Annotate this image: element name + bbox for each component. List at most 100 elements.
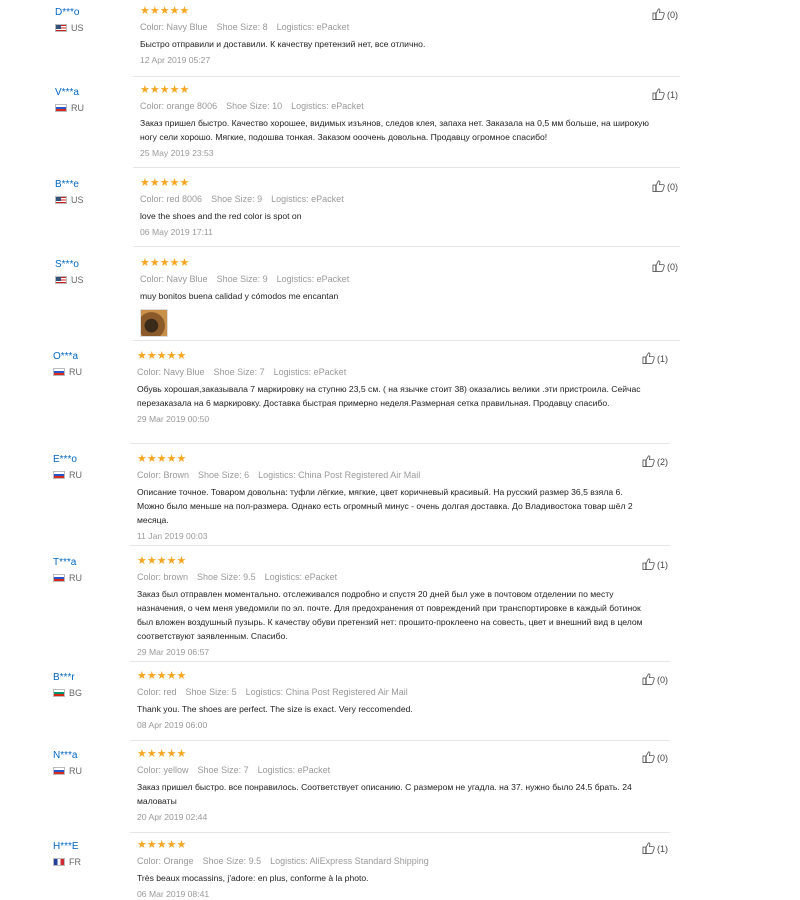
reviewer-name[interactable]: O***a (53, 351, 78, 362)
helpful-count: (0) (657, 675, 668, 685)
thumbs-up-icon (642, 842, 655, 854)
shoe-size-value: 7 (259, 367, 265, 377)
review-body: ★★★★★ Color: yellow Shoe Size: 7 Logistics:… (137, 748, 652, 823)
country-flag-icon (55, 196, 67, 204)
country-code: RU (69, 573, 82, 583)
review-body: ★★★★★ Color: Navy Blue Shoe Size: 8 Logisti… (140, 5, 660, 66)
shoe-size-label: Shoe Size: (197, 765, 242, 775)
helpful-button[interactable]: (1) (652, 88, 678, 100)
star-rating: ★★★★★ (140, 177, 190, 189)
reviewer-country: US (55, 195, 84, 206)
review-divider (133, 167, 680, 168)
shoe-size-value: 10 (272, 101, 283, 111)
logistics-label: Logistics: (257, 765, 296, 775)
color-value: red (163, 687, 177, 697)
color-value: yellow (163, 765, 189, 775)
color-label: Color: (137, 856, 162, 866)
review-date: 29 Mar 2019 00:50 (137, 414, 210, 424)
logistics-label: Logistics: (276, 274, 315, 284)
helpful-button[interactable]: (1) (642, 558, 668, 570)
shoe-size-value: 6 (244, 470, 250, 480)
reviewer-country: FR (53, 857, 81, 868)
shoe-size-label: Shoe Size: (185, 687, 230, 697)
helpful-count: (1) (657, 844, 668, 854)
logistics-value: AliExpress Standard Shipping (309, 856, 429, 866)
helpful-button[interactable]: (1) (642, 352, 668, 364)
reviewer-name[interactable]: B***e (55, 179, 79, 190)
reviewer-name[interactable]: B***r (53, 672, 75, 683)
country-code: RU (71, 103, 84, 113)
order-info: Color: Navy Blue Shoe Size: 7 Logistics: e… (137, 366, 652, 378)
reviewer-name[interactable]: S***o (55, 259, 79, 270)
review-divider (130, 832, 670, 833)
color-label: Color: (137, 765, 162, 775)
review-divider (133, 76, 680, 77)
country-code: RU (69, 766, 82, 776)
country-code: FR (69, 857, 81, 867)
shoe-size-label: Shoe Size: (216, 22, 261, 32)
helpful-button[interactable]: (2) (642, 455, 668, 467)
logistics-label: Logistics: (273, 367, 312, 377)
helpful-button[interactable]: (0) (652, 8, 678, 20)
review-text: Très beaux mocassins, j'adore: en plus, … (137, 873, 369, 883)
review-date: 12 Apr 2019 05:27 (140, 55, 211, 65)
helpful-button[interactable]: (0) (652, 180, 678, 192)
review-divider (133, 340, 680, 341)
color-label: Color: (137, 470, 162, 480)
color-value: orange 8006 (166, 101, 218, 111)
color-label: Color: (137, 687, 162, 697)
star-rating: ★★★★★ (140, 257, 190, 269)
review-date: 06 Mar 2019 08:41 (137, 889, 210, 899)
logistics-value: China Post Registered Air Mail (298, 470, 421, 480)
helpful-count: (1) (657, 354, 668, 364)
review-date: 11 Jan 2019 00:03 (137, 531, 208, 541)
reviewer-country: RU (53, 470, 82, 481)
reviewer-country: RU (53, 573, 82, 584)
shoe-size-label: Shoe Size: (211, 194, 255, 204)
thumbs-up-icon (652, 88, 665, 100)
thumbs-up-icon (642, 352, 655, 364)
review-body: ★★★★★ Color: Navy Blue Shoe Size: 7 Logisti… (137, 350, 652, 425)
reviewer-name[interactable]: D***o (55, 7, 79, 18)
review-divider (130, 545, 670, 546)
star-rating: ★★★★★ (140, 5, 190, 17)
helpful-button[interactable]: (0) (642, 751, 668, 763)
review-text: Описание точное. Товаром довольна: туфли… (137, 487, 633, 525)
thumbs-up-icon (642, 558, 655, 570)
review-text: Thank you. The shoes are perfect. The si… (137, 704, 413, 714)
helpful-count: (0) (667, 10, 678, 20)
order-info: Color: Navy Blue Shoe Size: 8 Logistics: e… (140, 21, 660, 33)
review-date: 29 Mar 2019 06:57 (137, 647, 210, 657)
reviewer-country: RU (53, 766, 82, 777)
reviewer-name[interactable]: E***o (53, 454, 77, 465)
order-info: Color: yellow Shoe Size: 7 Logistics: ePac… (137, 764, 652, 776)
order-info: Color: brown Shoe Size: 9.5 Logistics: ePa… (137, 571, 652, 583)
review-divider (130, 740, 670, 741)
thumbs-up-icon (642, 673, 655, 685)
helpful-button[interactable]: (0) (642, 673, 668, 685)
color-value: brown (163, 572, 189, 582)
logistics-label: Logistics: (276, 22, 315, 32)
country-flag-icon (55, 104, 67, 112)
review-photo[interactable] (140, 309, 168, 337)
reviewer-name[interactable]: V***a (55, 87, 79, 98)
country-flag-icon (55, 24, 67, 32)
country-flag-icon (53, 471, 65, 479)
review-body: ★★★★★ Color: Brown Shoe Size: 6 Logistics: … (137, 453, 652, 542)
color-value: Brown (163, 470, 190, 480)
helpful-button[interactable]: (1) (642, 842, 668, 854)
reviewer-name[interactable]: H***E (53, 841, 79, 852)
logistics-value: ePacket (304, 572, 338, 582)
helpful-button[interactable]: (0) (652, 260, 678, 272)
reviewer-name[interactable]: T***a (53, 557, 76, 568)
color-label: Color: (137, 572, 162, 582)
helpful-count: (0) (667, 182, 678, 192)
reviewer-name[interactable]: N***a (53, 750, 77, 761)
thumbs-up-icon (642, 455, 655, 467)
shoe-size-value: 9 (262, 274, 268, 284)
color-label: Color: (137, 367, 162, 377)
color-label: Color: (140, 101, 165, 111)
country-flag-icon (53, 767, 65, 775)
review-body: ★★★★★ Color: red 8006 Shoe Size: 9 Logistic… (140, 177, 660, 238)
review-date: 06 May 2019 17:11 (140, 227, 213, 237)
